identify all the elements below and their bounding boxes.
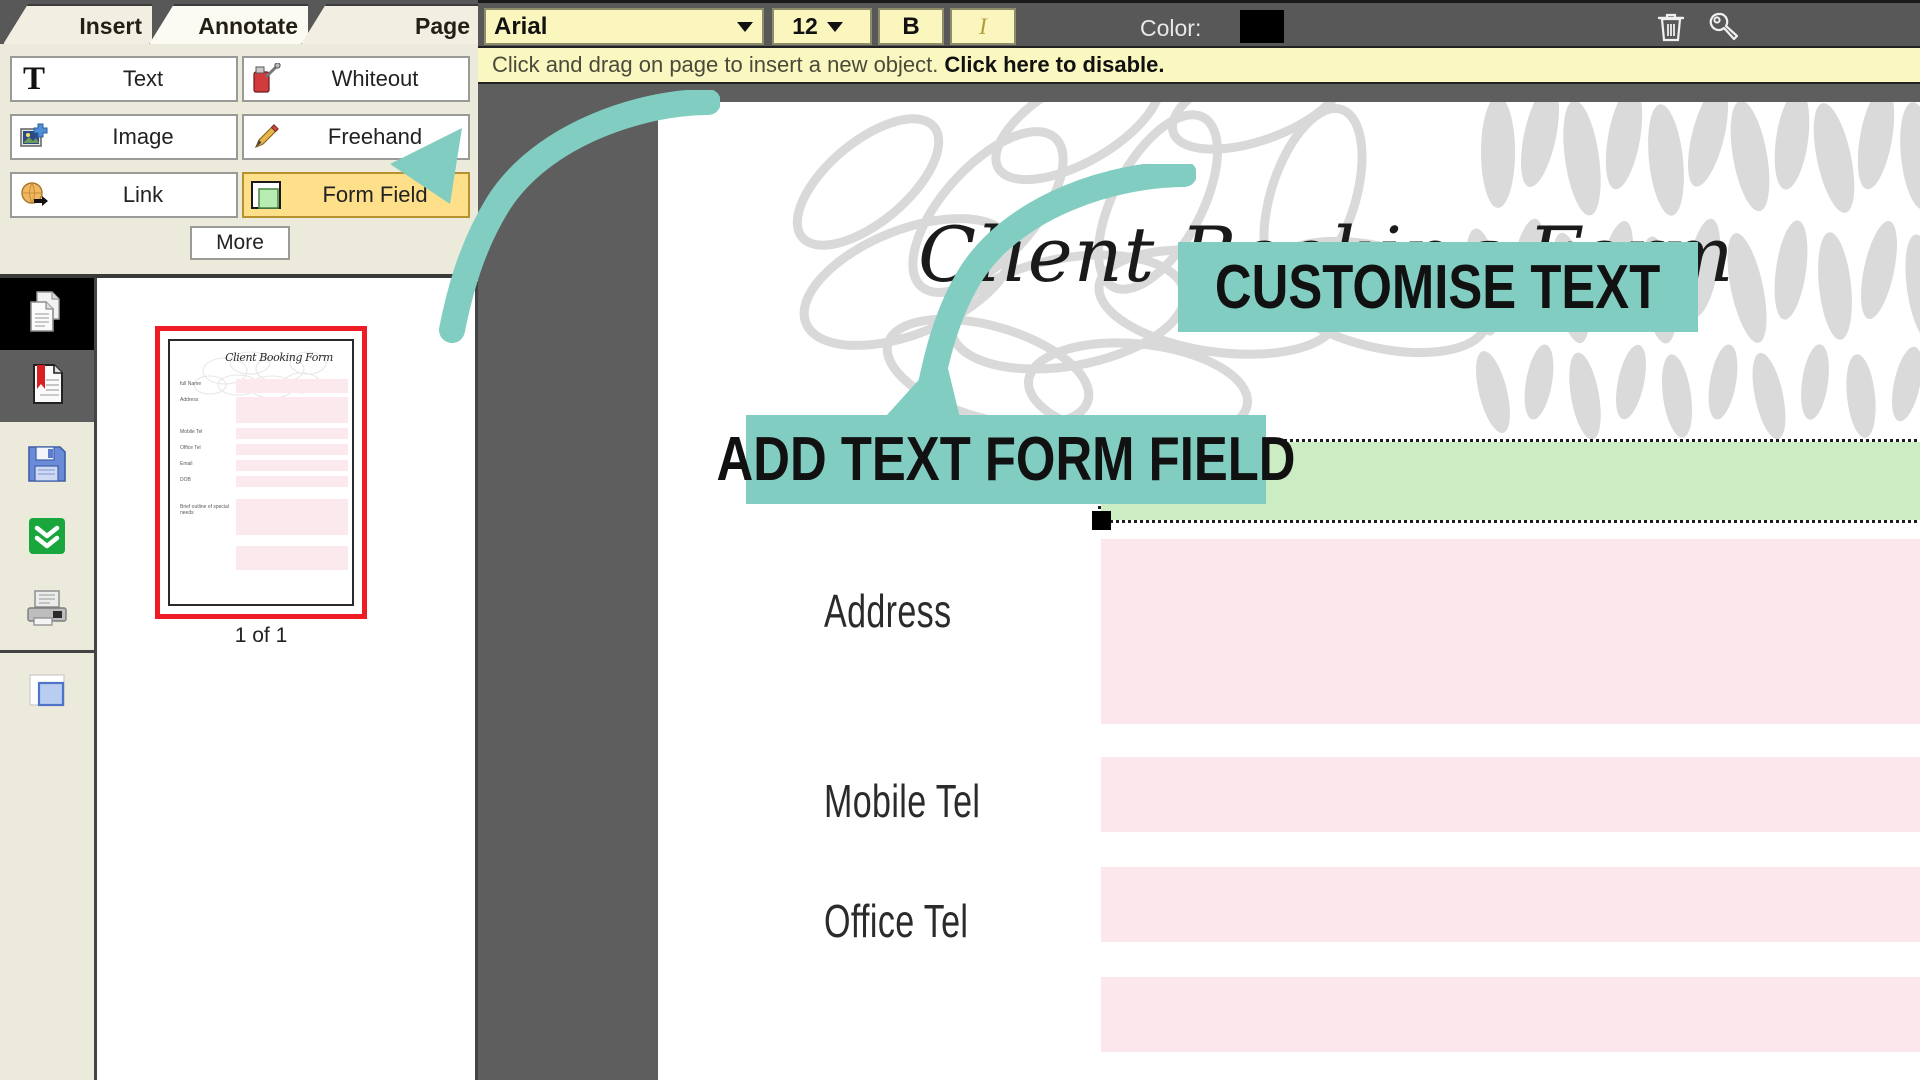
rail-item-save[interactable]: [0, 430, 94, 502]
form-field-tool-label: Form Field: [288, 182, 468, 208]
text-tool-button[interactable]: T Text: [10, 56, 238, 102]
thumbnail-field: [236, 444, 348, 455]
thumbnail-title: Client Booking Form: [204, 351, 354, 364]
icon-rail: [0, 278, 97, 1080]
text-icon: T: [12, 58, 56, 100]
doc-label-mobile-tel: Mobile Tel: [824, 774, 980, 828]
more-tools-button[interactable]: More: [190, 226, 290, 260]
rail-item-properties[interactable]: [0, 656, 94, 728]
properties-icon: [28, 673, 66, 712]
thumbnail-label: Brief outline of special needs: [180, 504, 232, 516]
font-family-value: Arial: [494, 13, 728, 41]
thumbnail-field: [236, 546, 348, 570]
status-hint-bar[interactable]: Click and drag on page to insert a new o…: [478, 46, 1920, 84]
bookmark-icon: [28, 363, 66, 410]
rail-item-pages[interactable]: [0, 278, 94, 350]
text-tool-label: Text: [56, 66, 236, 92]
save-icon: [27, 445, 67, 488]
format-toolbar: Arial 12 B I Color:: [478, 0, 1920, 46]
thumbnail-field: [236, 499, 348, 535]
font-size-value: 12: [792, 13, 818, 40]
thumbnail-label: full Name: [180, 381, 232, 387]
tab-insert[interactable]: Insert: [2, 4, 152, 46]
thumbnail-label: Email: [180, 461, 232, 467]
thumbnail-field: [236, 379, 348, 393]
thumbnail-field: [236, 460, 348, 471]
rail-item-print[interactable]: [0, 574, 94, 646]
italic-button[interactable]: I: [950, 8, 1016, 45]
thumbnail-pane: Client Booking Form full Name Address Mo…: [97, 281, 478, 1080]
formfield-icon: [244, 174, 288, 216]
form-field-mobile-tel[interactable]: [1101, 757, 1920, 832]
document-viewer[interactable]: Client Booking Form Full Name Address Mo…: [478, 84, 1920, 1080]
link-tool-label: Link: [56, 182, 236, 208]
font-size-select[interactable]: 12: [772, 8, 872, 45]
thumbnail-field: [236, 428, 348, 439]
annotation-customise-text: CUSTOMISE TEXT: [1178, 242, 1698, 332]
form-field-email[interactable]: [1101, 977, 1920, 1052]
whiteout-tool-button[interactable]: Whiteout: [242, 56, 470, 102]
link-icon: [12, 174, 56, 216]
image-tool-label: Image: [56, 124, 236, 150]
image-tool-button[interactable]: Image: [10, 114, 238, 160]
thumbnail-label: Address: [180, 397, 232, 403]
resize-handle-bottom-left[interactable]: [1092, 511, 1111, 530]
thumbnail-label: Office Tel: [180, 445, 232, 451]
rail-divider: [0, 650, 94, 653]
form-field-office-tel[interactable]: [1101, 867, 1920, 942]
thumbnail-label: DOB: [180, 477, 232, 483]
page-count-label: 1 of 1: [155, 624, 367, 648]
whiteout-icon: [244, 58, 288, 100]
annotation-customise-text-label: CUSTOMISE TEXT: [1215, 252, 1660, 323]
doc-label-address: Address: [824, 584, 951, 638]
image-icon: [12, 116, 56, 158]
download-icon: [28, 517, 66, 560]
link-tool-button[interactable]: Link: [10, 172, 238, 218]
color-swatch[interactable]: [1240, 10, 1284, 43]
form-field-address[interactable]: [1101, 539, 1920, 724]
pages-icon: [27, 290, 67, 339]
form-field-tool-button[interactable]: Form Field: [242, 172, 470, 218]
thumbnail-label: Mobile Tel: [180, 429, 232, 435]
color-label: Color:: [1140, 15, 1201, 42]
tab-strip: Insert Annotate Page: [0, 0, 478, 46]
hint-disable-link[interactable]: Click here to disable.: [944, 52, 1164, 78]
trash-icon[interactable]: [1654, 11, 1688, 43]
tab-page[interactable]: Page: [300, 4, 480, 46]
rail-item-download[interactable]: [0, 502, 94, 574]
bold-button[interactable]: B: [878, 8, 944, 45]
pencil-icon: [244, 116, 288, 158]
thumbnail-preview: Client Booking Form full Name Address Mo…: [168, 339, 354, 606]
wrench-icon[interactable]: [1706, 11, 1740, 43]
print-icon: [26, 589, 68, 632]
thumbnail-field: [236, 397, 348, 423]
freehand-tool-button[interactable]: Freehand: [242, 114, 470, 160]
annotation-add-text-field-label: ADD TEXT FORM FIELD: [717, 424, 1296, 495]
freehand-tool-label: Freehand: [288, 124, 468, 150]
whiteout-tool-label: Whiteout: [288, 66, 468, 92]
rail-item-bookmarks[interactable]: [0, 350, 94, 422]
tool-panel: T Text Whiteout: [0, 44, 478, 278]
pdf-editor-window: Insert Annotate Page T Text: [0, 0, 1920, 1080]
doc-label-office-tel: Office Tel: [824, 894, 968, 948]
hint-text: Click and drag on page to insert a new o…: [492, 52, 938, 78]
chevron-down-icon: [827, 22, 843, 32]
left-panel: Insert Annotate Page T Text: [0, 0, 478, 1080]
font-family-select[interactable]: Arial: [484, 8, 764, 45]
thumbnail-field: [236, 476, 348, 487]
thumbnail-page-1[interactable]: Client Booking Form full Name Address Mo…: [155, 326, 367, 619]
annotation-add-text-field: ADD TEXT FORM FIELD: [746, 415, 1266, 504]
tab-annotate[interactable]: Annotate: [148, 4, 308, 46]
chevron-down-icon: [737, 22, 753, 32]
